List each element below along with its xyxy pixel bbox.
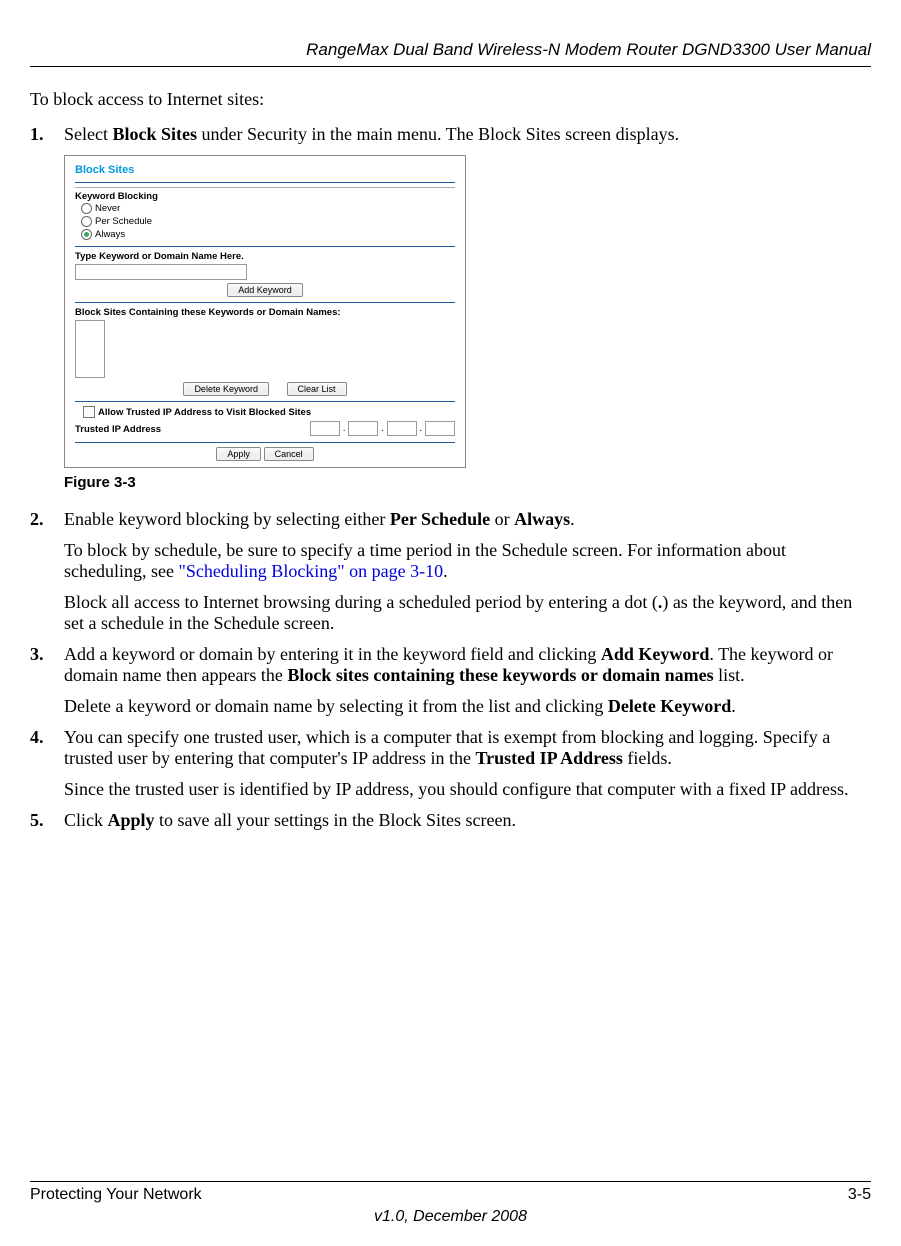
ip-octet-2[interactable] (348, 421, 378, 436)
step-number: 1. (30, 124, 64, 145)
page-header: RangeMax Dual Band Wireless-N Modem Rout… (30, 40, 871, 67)
intro-text: To block access to Internet sites: (30, 89, 871, 110)
text: Block all access to Internet browsing du… (64, 592, 658, 612)
radio-per-schedule[interactable]: Per Schedule (81, 215, 455, 228)
text: . (731, 696, 736, 716)
page-footer: Protecting Your Network 3-5 v1.0, Decemb… (30, 1181, 871, 1226)
ip-octet-3[interactable] (387, 421, 417, 436)
block-list-label: Block Sites Containing these Keywords or… (75, 307, 455, 318)
keyword-input[interactable] (75, 264, 247, 280)
apply-button[interactable]: Apply (216, 447, 261, 461)
text: Click (64, 810, 108, 830)
step-body: Add a keyword or domain by entering it i… (64, 644, 871, 717)
step-4: 4. You can specify one trusted user, whi… (30, 727, 871, 800)
text: Since the trusted user is identified by … (64, 779, 849, 799)
text: . (443, 561, 448, 581)
bold-text: Block Sites (112, 124, 197, 144)
figure-caption: Figure 3-3 (64, 474, 871, 491)
bold-text: Always (514, 509, 570, 529)
text: to save all your settings in the Block S… (155, 810, 516, 830)
text: Delete a keyword or domain name by selec… (64, 696, 608, 716)
trusted-ip-fields: . . . (310, 421, 455, 436)
text: under Security in the main menu. The Blo… (197, 124, 679, 144)
step-number: 5. (30, 810, 64, 831)
step-number: 3. (30, 644, 64, 717)
step-3: 3. Add a keyword or domain by entering i… (30, 644, 871, 717)
radio-label: Always (95, 229, 125, 240)
step-number: 2. (30, 509, 64, 634)
ip-octet-1[interactable] (310, 421, 340, 436)
divider (75, 187, 455, 188)
text: Select (64, 124, 112, 144)
step-1: 1. Select Block Sites under Security in … (30, 124, 871, 145)
bold-text: Block sites containing these keywords or… (287, 665, 713, 685)
step-body: Enable keyword blocking by selecting eit… (64, 509, 871, 634)
text: You can specify one trusted user, which … (64, 727, 830, 768)
keyword-listbox[interactable] (75, 320, 105, 378)
radio-label: Per Schedule (95, 216, 152, 227)
radio-always[interactable]: Always (81, 228, 455, 241)
step-body: Select Block Sites under Security in the… (64, 124, 871, 145)
footer-section: Protecting Your Network (30, 1186, 202, 1204)
bold-text: Per Schedule (390, 509, 490, 529)
allow-trusted-checkbox[interactable] (83, 406, 95, 418)
text: . (570, 509, 575, 529)
type-keyword-label: Type Keyword or Domain Name Here. (75, 251, 455, 262)
keyword-blocking-label: Keyword Blocking (75, 191, 455, 202)
text: Enable keyword blocking by selecting eit… (64, 509, 390, 529)
divider (75, 302, 455, 303)
allow-trusted-label: Allow Trusted IP Address to Visit Blocke… (98, 407, 311, 418)
block-sites-screenshot: Block Sites Keyword Blocking Never Per S… (64, 155, 466, 468)
step-body: Click Apply to save all your settings in… (64, 810, 871, 831)
add-keyword-button[interactable]: Add Keyword (227, 283, 303, 297)
text: fields. (623, 748, 672, 768)
radio-icon (81, 216, 92, 227)
divider (75, 182, 455, 183)
ip-octet-4[interactable] (425, 421, 455, 436)
bold-text: Trusted IP Address (475, 748, 622, 768)
bold-text: Apply (108, 810, 155, 830)
cancel-button[interactable]: Cancel (264, 447, 314, 461)
bold-text: Delete Keyword (608, 696, 731, 716)
divider (75, 246, 455, 247)
step-body: You can specify one trusted user, which … (64, 727, 871, 800)
screen-title: Block Sites (75, 160, 455, 180)
radio-never[interactable]: Never (81, 202, 455, 215)
footer-page-number: 3-5 (848, 1186, 871, 1204)
radio-icon (81, 229, 92, 240)
cross-reference-link[interactable]: "Scheduling Blocking" on page 3-10 (178, 561, 443, 581)
bold-text: Add Keyword (601, 644, 710, 664)
text: list. (714, 665, 745, 685)
step-5: 5. Click Apply to save all your settings… (30, 810, 871, 831)
delete-keyword-button[interactable]: Delete Keyword (183, 382, 269, 396)
text: or (490, 509, 514, 529)
footer-version: v1.0, December 2008 (30, 1208, 871, 1226)
divider (75, 442, 455, 443)
radio-label: Never (95, 203, 120, 214)
radio-icon (81, 203, 92, 214)
figure-container: Block Sites Keyword Blocking Never Per S… (64, 155, 871, 491)
divider (75, 401, 455, 402)
step-2: 2. Enable keyword blocking by selecting … (30, 509, 871, 634)
clear-list-button[interactable]: Clear List (287, 382, 347, 396)
step-number: 4. (30, 727, 64, 800)
text: Add a keyword or domain by entering it i… (64, 644, 601, 664)
trusted-ip-label: Trusted IP Address (75, 424, 161, 435)
